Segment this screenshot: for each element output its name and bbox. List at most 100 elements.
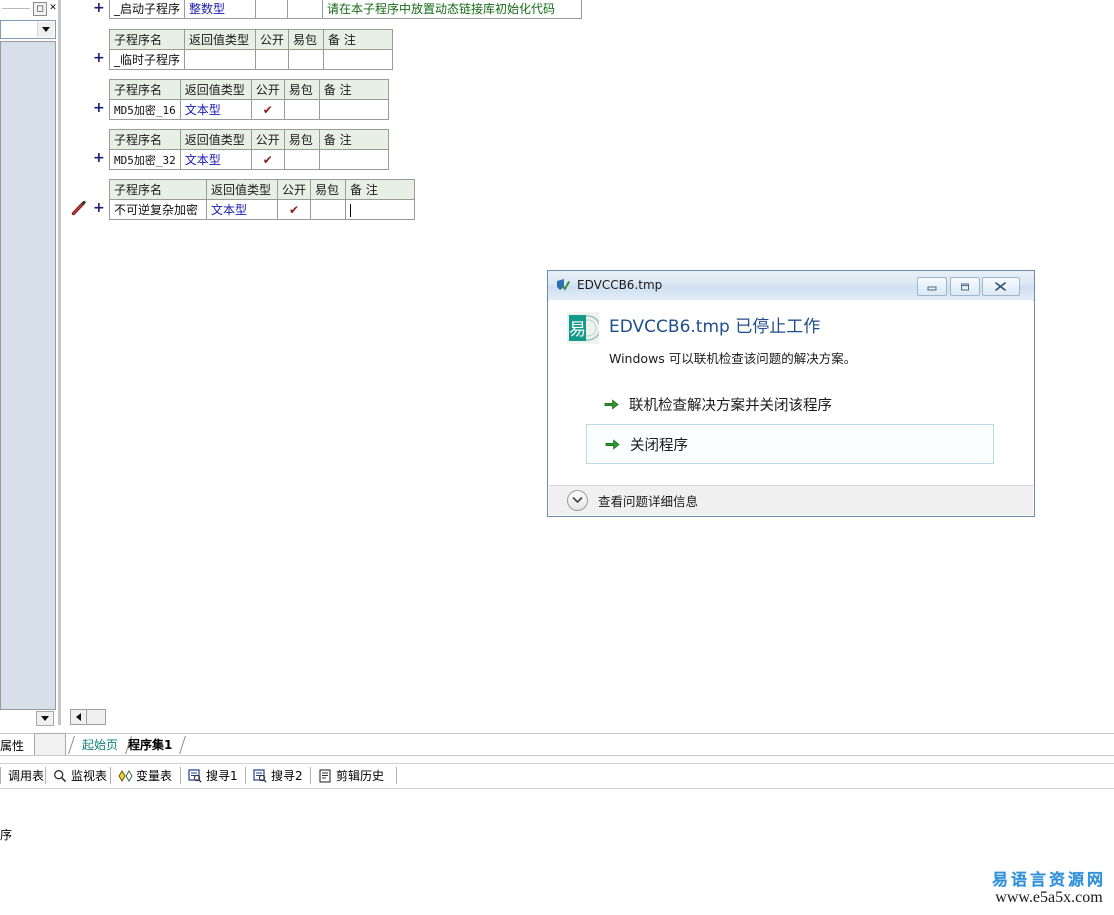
panel-splitter[interactable] xyxy=(58,0,61,725)
property-panel-label: 属性 xyxy=(0,739,25,753)
yi-language-icon: 易 xyxy=(567,312,601,344)
diamonds-icon xyxy=(118,769,133,783)
toolbar-item-find-2[interactable]: 搜寻2 xyxy=(246,765,310,786)
scroll-left-icon[interactable] xyxy=(70,709,87,725)
header-name: 子程序名 xyxy=(109,129,181,150)
left-panel-titlebar: ◻ ✕ xyxy=(0,0,60,17)
cell-package[interactable] xyxy=(283,99,320,120)
header-public: 公开 xyxy=(255,29,290,50)
cell-return-type[interactable]: 整数型 xyxy=(184,0,257,19)
toolbar-item-find-1[interactable]: 搜寻1 xyxy=(181,765,245,786)
cell-public[interactable] xyxy=(255,49,290,70)
cell-return-type[interactable]: 文本型 xyxy=(179,149,252,170)
cell-return-type[interactable] xyxy=(184,49,257,70)
header-note: 备 注 xyxy=(318,129,389,150)
toolbar-separator xyxy=(396,767,397,784)
toolbar-label: 监视表 xyxy=(71,769,108,783)
text-caret xyxy=(350,203,352,217)
cell-return-type[interactable]: 文本型 xyxy=(206,199,278,220)
cell-public[interactable]: ✔ xyxy=(250,99,285,120)
table-row[interactable]: _启动子程序 整数型 请在本子程序中放置动态链接库初始化代码 xyxy=(108,0,583,19)
header-package: 易包 xyxy=(283,129,320,150)
dialog-option-label: 关闭程序 xyxy=(630,437,688,454)
green-arrow-icon xyxy=(605,438,620,451)
cell-note[interactable] xyxy=(318,149,389,170)
cell-name[interactable]: _临时子程序 xyxy=(108,49,186,70)
dialog-body: 易 EDVCCB6.tmp 已停止工作 Windows 可以联机检查该问题的解决… xyxy=(549,300,1033,485)
table-row[interactable]: _临时子程序 xyxy=(108,49,394,70)
left-panel-list[interactable] xyxy=(0,41,56,710)
cell-note[interactable] xyxy=(323,49,394,70)
dialog-option-check-online[interactable]: 联机检查解决方案并关闭该程序 xyxy=(586,384,994,424)
header-note: 备 注 xyxy=(323,29,394,50)
table-header-row: 子程序名 返回值类型 公开 易包 备 注 xyxy=(109,129,389,150)
cell-name[interactable]: 不可逆复杂加密 xyxy=(109,199,207,220)
cell-note[interactable]: 请在本子程序中放置动态链接库初始化代码 xyxy=(322,0,583,19)
dialog-subtext: Windows 可以联机检查该问题的解决方案。 xyxy=(609,351,857,366)
cell-public[interactable]: ✔ xyxy=(276,199,312,220)
cell-name[interactable]: MD5加密_16 xyxy=(109,99,181,120)
error-dialog[interactable]: EDVCCB6.tmp 易 EDVCCB6.tmp 已停止工作 Windows … xyxy=(547,270,1035,517)
toolbar-item-call-table[interactable]: 调用表 xyxy=(1,765,51,786)
subroutine-table[interactable]: 子程序名 返回值类型 公开 易包 备 注 MD5加密_16 文本型 ✔ xyxy=(109,79,389,120)
chevron-down-icon[interactable] xyxy=(36,711,54,726)
left-panel-footer xyxy=(0,710,56,726)
expander-icon[interactable]: + xyxy=(93,1,105,15)
subroutine-table[interactable]: 子程序名 返回值类型 公开 易包 备 注 MD5加密_32 文本型 ✔ xyxy=(109,129,389,170)
green-arrow-icon xyxy=(604,398,619,411)
dialog-option-close-program[interactable]: 关闭程序 xyxy=(586,424,994,464)
subroutine-table[interactable]: 子程序名 返回值类型 公开 易包 备 注 _临时子程序 xyxy=(108,29,394,70)
table-row[interactable]: MD5加密_32 文本型 ✔ xyxy=(109,149,389,170)
chevron-down-icon[interactable] xyxy=(37,22,54,37)
maximize-icon[interactable] xyxy=(950,277,980,296)
cell-package[interactable] xyxy=(310,199,347,220)
cell-public[interactable] xyxy=(255,0,289,19)
left-panel-combobox[interactable] xyxy=(0,20,56,39)
dialog-heading: EDVCCB6.tmp 已停止工作 xyxy=(609,317,821,337)
toolbar-item-variable-table[interactable]: 变量表 xyxy=(111,765,179,786)
dialog-footer-label: 查看问题详细信息 xyxy=(598,493,699,509)
cell-package[interactable] xyxy=(288,49,325,70)
close-icon[interactable] xyxy=(982,277,1020,296)
cell-note[interactable] xyxy=(318,99,389,120)
expander-icon[interactable]: + xyxy=(93,201,105,215)
scrollbar-thumb[interactable] xyxy=(86,709,106,725)
watermark-line-1: 易语言资源网 xyxy=(991,870,1106,889)
svg-text:易: 易 xyxy=(569,320,586,340)
cell-note-editing[interactable] xyxy=(345,199,416,220)
watermark-line-2: www.e5a5x.com xyxy=(995,889,1103,906)
toolbar-item-clip-history[interactable]: 剪辑历史 xyxy=(311,765,391,786)
dialog-footer[interactable]: 查看问题详细信息 xyxy=(549,485,1033,514)
toolbar-item-watch-table[interactable]: 监视表 xyxy=(46,765,114,786)
left-panel: ◻ ✕ xyxy=(0,0,60,726)
expander-icon[interactable]: + xyxy=(93,151,105,165)
cell-return-type[interactable]: 文本型 xyxy=(179,99,252,120)
minimize-icon[interactable] xyxy=(917,277,947,296)
header-name: 子程序名 xyxy=(108,29,186,50)
tab-program-set-1[interactable]: 程序集1 xyxy=(124,736,187,754)
cell-name[interactable]: _启动子程序 xyxy=(108,0,186,19)
cell-name[interactable]: MD5加密_32 xyxy=(109,149,181,170)
table-row[interactable]: MD5加密_16 文本型 ✔ xyxy=(109,99,389,120)
expander-icon[interactable]: + xyxy=(93,51,105,65)
bottom-toolbar: 调用表 监视表 变量表 搜寻1 搜寻2 剪辑历史 xyxy=(0,763,1114,789)
chevron-down-circle-icon[interactable] xyxy=(567,489,588,511)
cell-package[interactable] xyxy=(287,0,324,19)
table-row[interactable]: 不可逆复杂加密 文本型 ✔ xyxy=(109,199,416,220)
dialog-titlebar[interactable]: EDVCCB6.tmp xyxy=(548,271,1034,301)
cell-public[interactable]: ✔ xyxy=(250,149,285,170)
subroutine-table[interactable]: _启动子程序 整数型 请在本子程序中放置动态链接库初始化代码 xyxy=(108,0,583,19)
cell-package[interactable] xyxy=(283,149,320,170)
tab-start-page[interactable]: 起始页 xyxy=(68,736,132,754)
toolbar-label: 搜寻1 xyxy=(206,769,238,783)
titlebar-divider xyxy=(2,8,30,9)
tabstrip-baseline xyxy=(0,755,1114,756)
maximize-icon[interactable]: ◻ xyxy=(33,2,47,16)
property-panel-tab[interactable] xyxy=(34,733,66,755)
editor-horizontal-scrollbar[interactable] xyxy=(66,708,1114,725)
find-icon xyxy=(253,768,267,783)
subroutine-table[interactable]: 子程序名 返回值类型 公开 易包 备 注 不可逆复杂加密 文本型 ✔ xyxy=(109,179,416,220)
header-name: 子程序名 xyxy=(109,179,207,200)
expander-icon[interactable]: + xyxy=(93,101,105,115)
tab-label: 起始页 xyxy=(82,738,119,752)
